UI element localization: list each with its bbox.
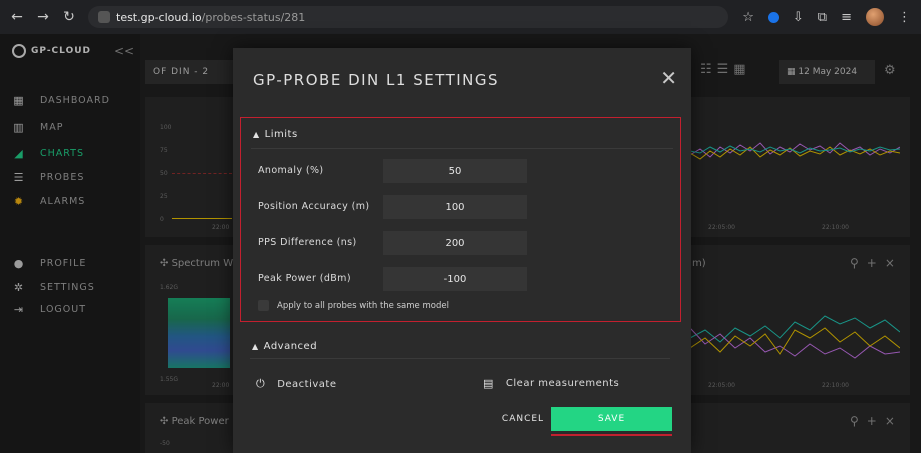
position-accuracy-label: Position Accuracy (m) <box>258 201 370 212</box>
url-path: /probes-status/281 <box>201 10 306 24</box>
cancel-button[interactable]: CANCEL <box>491 407 555 431</box>
limits-heading: Limits <box>264 129 298 140</box>
media-icon[interactable]: ≡ <box>841 10 852 25</box>
clear-measurements-button[interactable]: ▤ Clear measurements <box>483 377 619 390</box>
save-highlight <box>551 434 672 436</box>
caret-up-icon: ▲ <box>253 130 260 139</box>
position-accuracy-input[interactable] <box>383 195 527 219</box>
address-bar[interactable]: test.gp-cloud.io/probes-status/281 <box>88 6 728 28</box>
peak-power-input[interactable] <box>383 267 527 291</box>
advanced-heading: Advanced <box>263 341 318 352</box>
back-arrow-icon[interactable]: ← <box>10 9 24 25</box>
save-button[interactable]: SAVE <box>551 407 672 431</box>
power-icon: ⏻ <box>256 377 266 390</box>
url-host: test.gp-cloud.io <box>116 10 202 24</box>
browser-menu-icon[interactable]: ⋮ <box>898 10 911 25</box>
browser-toolbar: ← → ↻ test.gp-cloud.io/probes-status/281… <box>0 0 921 34</box>
limits-toggle[interactable]: ▲ Limits <box>253 129 298 140</box>
peak-power-label: Peak Power (dBm) <box>258 273 351 284</box>
site-info-icon[interactable] <box>98 11 110 23</box>
deactivate-label: Deactivate <box>277 378 337 390</box>
divider <box>250 358 670 359</box>
anomaly-input[interactable] <box>383 159 527 183</box>
clear-measurements-label: Clear measurements <box>505 378 620 389</box>
limits-section: ▲ Limits Anomaly (%) Position Accuracy (… <box>240 117 681 322</box>
divider <box>251 148 673 149</box>
extension-icon[interactable] <box>767 11 779 23</box>
apply-all-checkbox[interactable] <box>258 300 269 311</box>
download-icon[interactable]: ⇩ <box>793 10 804 25</box>
extensions-puzzle-icon[interactable]: ⧉ <box>818 10 827 25</box>
close-icon[interactable]: ✕ <box>660 66 677 90</box>
profile-avatar[interactable] <box>866 8 884 26</box>
app-root: ← → ↻ test.gp-cloud.io/probes-status/281… <box>0 0 921 453</box>
modal-title: GP-PROBE DIN L1 SETTINGS <box>253 71 500 89</box>
pps-difference-label: PPS Difference (ns) <box>258 237 357 248</box>
reload-icon[interactable]: ↻ <box>62 9 76 25</box>
browser-actions: ☆ ⇩ ⧉ ≡ ⋮ <box>742 8 911 26</box>
bookmark-star-icon[interactable]: ☆ <box>742 10 754 25</box>
settings-modal: GP-PROBE DIN L1 SETTINGS ✕ ▲ Limits Anom… <box>233 48 691 453</box>
pps-difference-input[interactable] <box>383 231 527 255</box>
database-icon: ▤ <box>483 377 494 390</box>
advanced-toggle[interactable]: ▲ Advanced <box>252 341 317 352</box>
caret-up-icon: ▲ <box>252 342 259 351</box>
apply-all-row[interactable]: Apply to all probes with the same model <box>258 300 449 311</box>
apply-all-label: Apply to all probes with the same model <box>277 300 449 311</box>
deactivate-button[interactable]: ⏻ Deactivate <box>256 377 337 391</box>
forward-arrow-icon[interactable]: → <box>36 9 50 25</box>
anomaly-label: Anomaly (%) <box>258 165 324 176</box>
